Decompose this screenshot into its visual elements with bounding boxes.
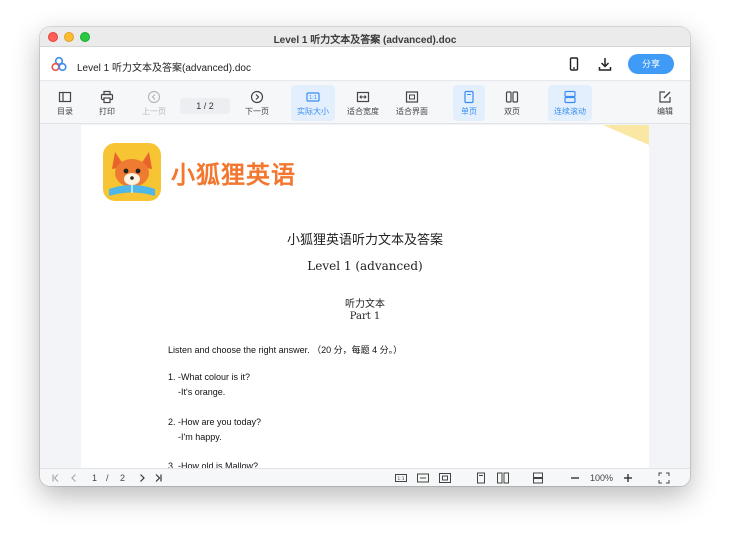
last-page-icon [155,474,162,482]
answer-1: -It's orange. [178,387,226,397]
document-title: 小狐狸英语听力文本及答案 [286,233,443,248]
document-name: Level 1 听力文本及答案(advanced).doc [77,63,251,74]
fit-width-button[interactable]: 适合宽度 [343,85,383,121]
chevron-left-circle-icon [147,90,161,104]
document-page: 小狐狸英语 小狐狸英语听力文本及答案 Level 1 (advanced) 听力… [81,125,649,469]
edit-pencil-icon [659,91,671,103]
double-page-icon [497,472,509,484]
plus-icon [624,474,632,482]
instruction-text: Listen and choose the right answer. （20 … [168,345,403,355]
double-page-icon [505,91,519,103]
sidebar-toc-icon [58,91,72,103]
answer-2: -I'm happy. [178,432,222,442]
sb-fit-width-button[interactable] [417,472,429,484]
double-page-label: 双页 [504,107,520,116]
window-title: Level 1 听力文本及答案 (advanced).doc [273,35,457,46]
chevron-right-icon [140,474,145,482]
last-page-button[interactable] [152,472,164,484]
fit-width-label: 适合宽度 [347,107,379,116]
brand-name: 小狐狸英语 [171,161,296,189]
download-icon[interactable] [597,56,613,72]
single-page-icon [477,472,485,484]
continuous-scroll-icon [533,472,543,484]
next-page-label: 下一页 [245,107,269,116]
toc-button[interactable]: 目录 [49,85,81,121]
single-page-icon [464,90,474,104]
double-page-button[interactable]: 双页 [496,85,528,121]
continuous-scroll-button[interactable]: 连续滚动 [548,85,592,121]
next-page-button[interactable]: 下一页 [240,85,274,121]
app-header: Level 1 听力文本及答案(advanced).doc 分享 [40,47,690,81]
single-page-button[interactable]: 单页 [453,85,485,121]
actual-size-button[interactable]: 1:1 实际大小 [291,85,335,121]
fit-page-label: 适合界面 [396,107,428,116]
mobile-device-icon[interactable] [566,56,582,72]
sb-prev-page-button[interactable] [68,472,80,484]
fit-width-icon [356,91,370,103]
zoom-out-button[interactable] [569,472,581,484]
fullscreen-icon [658,472,670,484]
sb-page-total: 2 [120,473,126,483]
fit-page-icon [439,473,451,483]
edit-button[interactable]: 编辑 [650,85,680,121]
question-1: 1. -What colour is it? [168,372,251,382]
status-bar: 1 / 2 1:1 100% [40,468,690,486]
actual-size-icon: 1:1 [395,474,407,482]
print-label: 打印 [99,107,115,116]
document-canvas[interactable]: 小狐狸英语 小狐狸英语听力文本及答案 Level 1 (advanced) 听力… [40,125,690,469]
actual-size-label: 实际大小 [297,107,329,116]
title-bar: Level 1 听力文本及答案 (advanced).doc [40,27,690,47]
zoom-in-button[interactable] [622,472,634,484]
share-button[interactable]: 分享 [628,54,674,74]
prev-page-label: 上一页 [142,107,166,116]
app-logo-icon [51,56,67,72]
question-2: 2. -How are you today? [168,417,262,427]
single-page-label: 单页 [461,107,477,116]
sb-page-current[interactable]: 1 [92,472,97,484]
page-indicator[interactable]: 1 / 2 [180,98,230,114]
document-subtitle: Level 1 (advanced) [307,259,423,273]
zoom-level[interactable]: 100% [590,472,613,484]
fit-page-icon [405,91,419,103]
sb-actual-size-button[interactable]: 1:1 [395,472,407,484]
toolbar: 目录 打印 上一页 1 / 2 下一页 1:1 实际大小 适合宽度 适合界面 单… [40,82,690,124]
fit-width-icon [417,473,429,483]
fit-page-button[interactable]: 适合界面 [392,85,432,121]
svg-text:1:1: 1:1 [397,476,404,482]
section-part: Part 1 [349,311,381,322]
sb-next-page-button[interactable] [136,472,148,484]
chevron-right-circle-icon [250,90,264,104]
fox-logo-icon [103,143,161,201]
page-corner-decoration [603,125,649,145]
minus-icon [571,477,579,479]
sb-fit-page-button[interactable] [439,472,451,484]
section-title: 听力文本 [345,299,385,310]
first-page-icon [52,474,59,482]
fullscreen-button[interactable] [658,472,670,484]
sb-continuous-scroll-button[interactable] [532,472,544,484]
app-window: Level 1 听力文本及答案 (advanced).doc Level 1 听… [40,27,690,486]
continuous-scroll-label: 连续滚动 [554,107,586,116]
sb-single-page-button[interactable] [475,472,487,484]
svg-text:1:1: 1:1 [309,95,317,101]
edit-label: 编辑 [657,107,673,116]
first-page-button[interactable] [50,472,62,484]
chevron-left-icon [71,474,76,482]
print-button[interactable]: 打印 [91,85,123,121]
continuous-scroll-icon [564,90,576,104]
sb-page-separator: / [106,473,109,483]
toc-label: 目录 [57,107,73,116]
sb-double-page-button[interactable] [497,472,509,484]
printer-icon [100,90,114,104]
actual-size-icon: 1:1 [306,92,320,102]
prev-page-button[interactable]: 上一页 [136,85,172,121]
